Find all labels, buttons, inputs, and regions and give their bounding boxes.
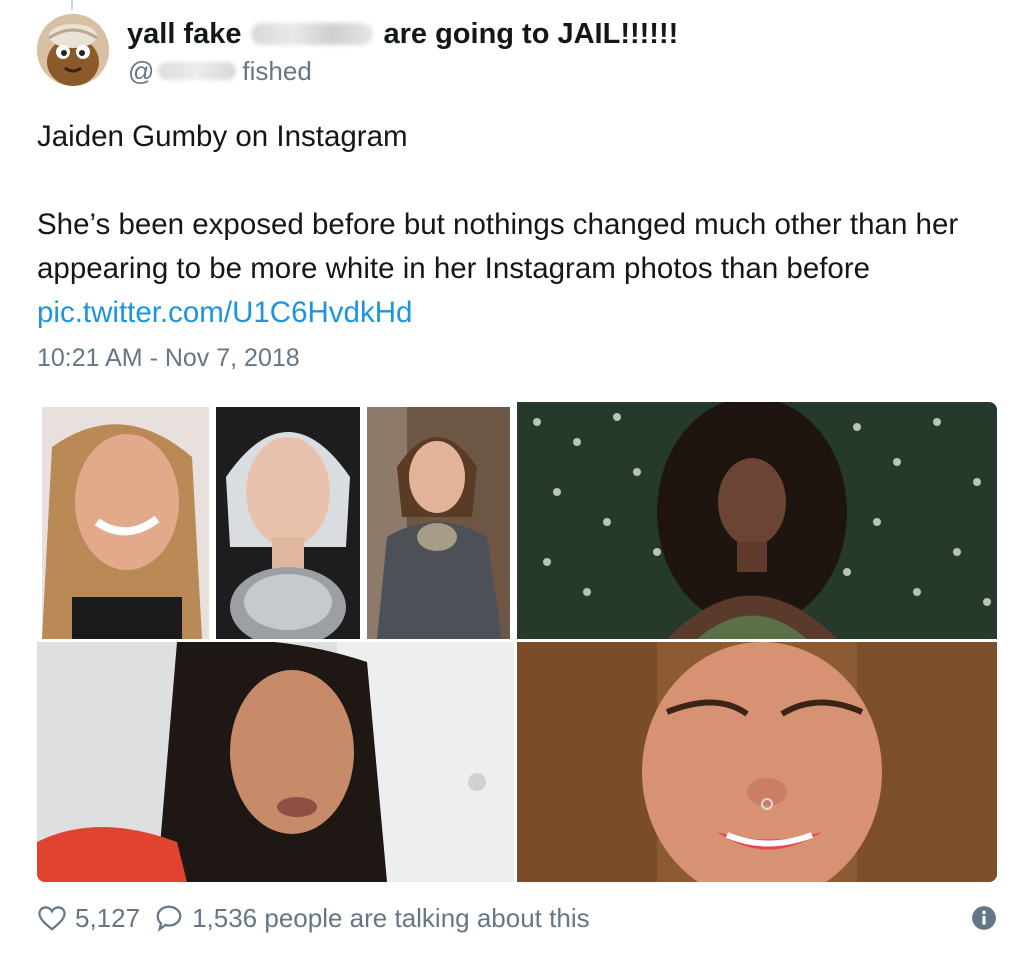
photo-6[interactable]	[517, 642, 997, 882]
tweet-line-body: She’s been exposed before but nothings c…	[37, 208, 959, 285]
like-action[interactable]: 5,127	[37, 903, 154, 934]
redacted-handle-part	[158, 62, 237, 80]
like-count: 5,127	[75, 902, 141, 933]
tweet-footer: 5,127 1,536 people are talking about thi…	[37, 896, 997, 940]
photo-2[interactable]	[216, 407, 360, 639]
speech-bubble-icon	[156, 905, 182, 932]
avatar[interactable]	[37, 14, 109, 86]
display-name[interactable]: yall fake are going to JAIL!!!!!!	[127, 14, 678, 54]
photo-3[interactable]	[367, 407, 510, 639]
info-button[interactable]	[971, 905, 997, 931]
photo-4[interactable]	[517, 402, 997, 639]
photo-4-image	[517, 402, 997, 639]
pic-link[interactable]: pic.twitter.com/U1C6HvdkHd	[37, 296, 412, 329]
talking-count: 1,536 people are talking about this	[192, 902, 590, 933]
user-handle[interactable]: @ fished	[128, 56, 312, 86]
heart-icon	[38, 906, 66, 931]
tweet-timestamp[interactable]: 10:21 AM - Nov 7, 2018	[37, 344, 300, 373]
display-name-prefix: yall fake	[127, 17, 242, 50]
photo-1[interactable]	[42, 407, 209, 639]
reply-action[interactable]: 1,536 people are talking about this	[154, 903, 590, 934]
info-icon	[972, 906, 996, 930]
photo-1-image	[42, 407, 209, 639]
handle-prefix: @	[128, 55, 155, 86]
redacted-word	[251, 23, 374, 45]
media-grid	[37, 402, 997, 882]
avatar-image	[37, 14, 109, 86]
photo-2-image	[216, 407, 360, 639]
thread-connector-line	[71, 0, 73, 10]
tweet-text: Jaiden Gumby on Instagram She’s been exp…	[37, 115, 1012, 335]
photo-5-image	[37, 642, 514, 882]
photo-3-image	[367, 407, 510, 639]
display-name-suffix: are going to JAIL!!!!!!	[383, 17, 679, 50]
photo-5[interactable]	[37, 642, 514, 882]
photo-6-image	[517, 642, 997, 882]
tweet-line-title: Jaiden Gumby on Instagram	[37, 120, 408, 153]
handle-suffix: fished	[242, 55, 312, 86]
